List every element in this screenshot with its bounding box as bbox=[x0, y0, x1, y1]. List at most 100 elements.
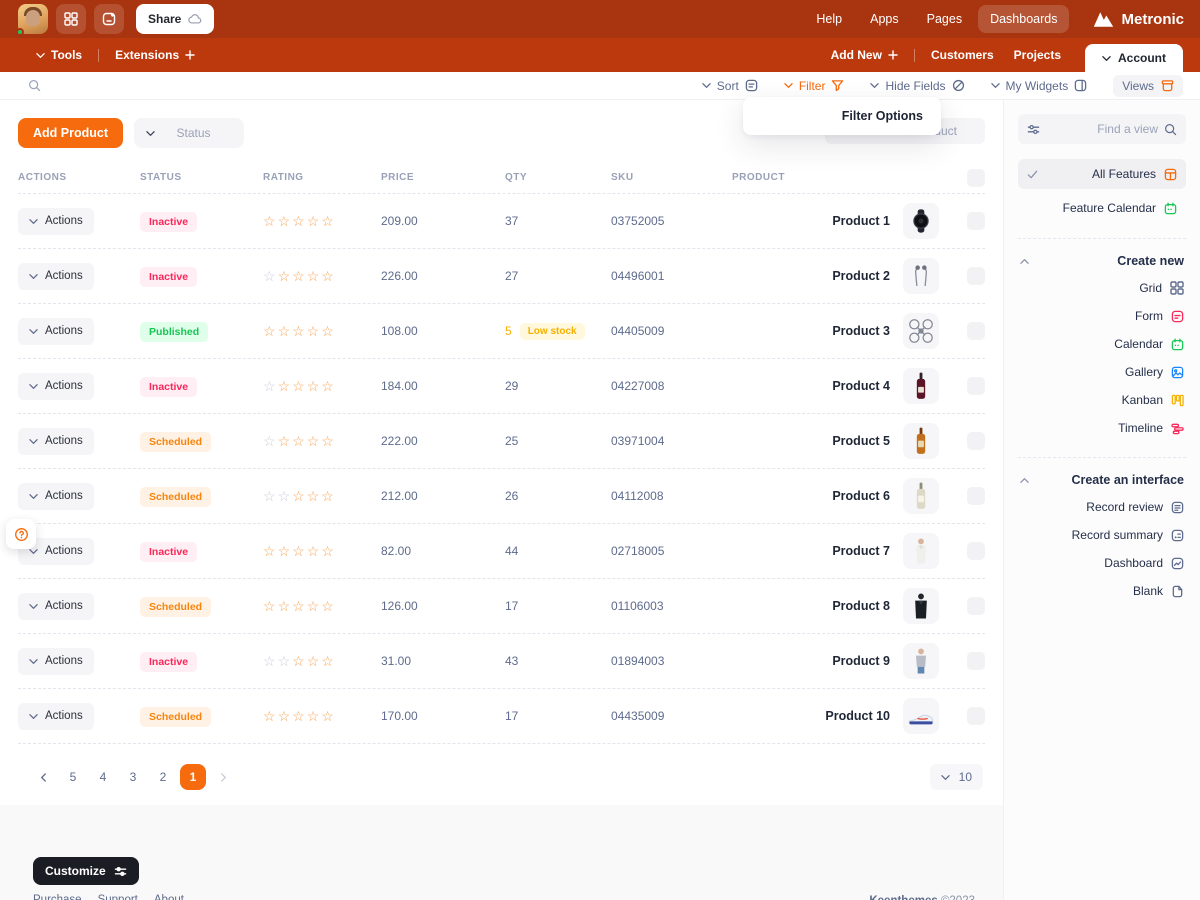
menu-extensions[interactable]: Extensions bbox=[105, 38, 205, 72]
row-actions-button[interactable]: Actions bbox=[18, 593, 94, 620]
pagination-page-1[interactable]: 1 bbox=[180, 764, 206, 790]
select-all-checkbox[interactable] bbox=[967, 169, 985, 187]
menu-tools[interactable]: Tools bbox=[26, 38, 92, 72]
apps-notification-button[interactable] bbox=[94, 4, 124, 34]
sidebar-item-dashboard[interactable]: Dashboard bbox=[1018, 549, 1186, 577]
rating-stars[interactable]: ☆☆☆☆☆ bbox=[263, 488, 381, 505]
eye-off-icon bbox=[952, 79, 965, 92]
sidebar-item-kanban[interactable]: Kanban bbox=[1018, 386, 1186, 414]
pagination-page-3[interactable]: 3 bbox=[120, 764, 146, 790]
topbar: Share HelpAppsPagesDashboards Metronic bbox=[0, 0, 1200, 38]
pagination-next-button[interactable] bbox=[210, 764, 236, 790]
share-button[interactable]: Share bbox=[136, 4, 214, 34]
menubar: Tools Extensions Add New Customers Proje… bbox=[0, 38, 1200, 72]
sidebar-view-feature-calendar[interactable]: Feature Calendar bbox=[1018, 193, 1186, 223]
rating-stars[interactable]: ☆☆☆☆☆ bbox=[263, 708, 381, 725]
column-header-sku[interactable]: SKU bbox=[611, 172, 732, 183]
row-actions-button[interactable]: Actions bbox=[18, 263, 94, 290]
table-row: Actions Scheduled ☆☆☆☆☆ 212.00 26 Low st… bbox=[18, 469, 985, 524]
column-header-rating[interactable]: RATING bbox=[263, 172, 381, 183]
rating-stars[interactable]: ☆☆☆☆☆ bbox=[263, 378, 381, 395]
column-header-actions[interactable]: ACTIONS bbox=[18, 172, 140, 183]
row-checkbox[interactable] bbox=[967, 707, 985, 725]
rating-stars[interactable]: ☆☆☆☆☆ bbox=[263, 653, 381, 670]
filter-button[interactable]: Filter bbox=[784, 79, 845, 93]
user-avatar[interactable] bbox=[18, 4, 48, 34]
search-icon[interactable] bbox=[28, 79, 41, 92]
status-filter-select[interactable]: Status bbox=[134, 118, 244, 148]
sidebar-section-header[interactable]: Create new bbox=[1018, 254, 1186, 268]
customize-button[interactable]: Customize bbox=[33, 857, 139, 885]
footer-link-support[interactable]: Support bbox=[98, 894, 138, 900]
app-launcher-button[interactable] bbox=[56, 4, 86, 34]
column-header-status[interactable]: STATUS bbox=[140, 172, 263, 183]
row-checkbox[interactable] bbox=[967, 597, 985, 615]
star-icon: ☆ bbox=[321, 598, 336, 614]
price-cell: 108.00 bbox=[381, 324, 505, 338]
sidebar-item-timeline[interactable]: Timeline bbox=[1018, 414, 1186, 442]
row-checkbox[interactable] bbox=[967, 652, 985, 670]
sort-button[interactable]: Sort bbox=[702, 79, 758, 93]
sliders-icon[interactable] bbox=[1027, 123, 1040, 136]
rating-stars[interactable]: ☆☆☆☆☆ bbox=[263, 598, 381, 615]
help-floating-button[interactable] bbox=[6, 519, 36, 549]
pagination-page-5[interactable]: 5 bbox=[60, 764, 86, 790]
pagination-prev-button[interactable] bbox=[30, 764, 56, 790]
find-view-input[interactable] bbox=[1046, 122, 1158, 136]
row-checkbox[interactable] bbox=[967, 487, 985, 505]
online-status-dot bbox=[16, 28, 24, 36]
menu-add-new[interactable]: Add New bbox=[821, 38, 908, 72]
rating-stars[interactable]: ☆☆☆☆☆ bbox=[263, 433, 381, 450]
row-checkbox[interactable] bbox=[967, 377, 985, 395]
row-checkbox[interactable] bbox=[967, 212, 985, 230]
sidebar-item-gallery[interactable]: Gallery bbox=[1018, 358, 1186, 386]
sidebar-item-record-summary[interactable]: Record summary bbox=[1018, 521, 1186, 549]
add-product-button[interactable]: Add Product bbox=[18, 118, 123, 148]
rating-stars[interactable]: ☆☆☆☆☆ bbox=[263, 323, 381, 340]
pagination: 54321 10 bbox=[0, 744, 1003, 790]
sidebar-item-grid[interactable]: Grid bbox=[1018, 274, 1186, 302]
views-button[interactable]: Views bbox=[1113, 75, 1183, 97]
footer-link-purchase[interactable]: Purchase bbox=[33, 894, 82, 900]
topbar-nav-pages[interactable]: Pages bbox=[915, 5, 974, 33]
pagination-page-2[interactable]: 2 bbox=[150, 764, 176, 790]
sidebar-item-calendar[interactable]: Calendar bbox=[1018, 330, 1186, 358]
star-icon: ☆ bbox=[307, 378, 322, 394]
row-checkbox[interactable] bbox=[967, 432, 985, 450]
row-actions-button[interactable]: Actions bbox=[18, 373, 94, 400]
tab-account[interactable]: Account bbox=[1085, 44, 1183, 72]
row-checkbox[interactable] bbox=[967, 542, 985, 560]
row-checkbox[interactable] bbox=[967, 322, 985, 340]
sidebar-view-all-features[interactable]: All Features bbox=[1018, 159, 1186, 189]
row-actions-button[interactable]: Actions bbox=[18, 428, 94, 455]
rating-stars[interactable]: ☆☆☆☆☆ bbox=[263, 268, 381, 285]
topbar-nav-dashboards[interactable]: Dashboards bbox=[978, 5, 1069, 33]
footer-link-about[interactable]: About bbox=[154, 894, 184, 900]
column-header-price[interactable]: PRICE bbox=[381, 172, 505, 183]
row-actions-button[interactable]: Actions bbox=[18, 483, 94, 510]
topbar-nav-apps[interactable]: Apps bbox=[858, 5, 911, 33]
sidebar-item-form[interactable]: Form bbox=[1018, 302, 1186, 330]
row-actions-button[interactable]: Actions bbox=[18, 318, 94, 345]
topbar-nav-help[interactable]: Help bbox=[804, 5, 854, 33]
rating-stars[interactable]: ☆☆☆☆☆ bbox=[263, 543, 381, 560]
hide-fields-button[interactable]: Hide Fields bbox=[870, 79, 964, 93]
row-actions-button[interactable]: Actions bbox=[18, 208, 94, 235]
rating-stars[interactable]: ☆☆☆☆☆ bbox=[263, 213, 381, 230]
sidebar-item-record-review[interactable]: Record review bbox=[1018, 493, 1186, 521]
sidebar-item-blank[interactable]: Blank bbox=[1018, 577, 1186, 605]
row-checkbox[interactable] bbox=[967, 267, 985, 285]
column-header-product[interactable]: PRODUCT bbox=[732, 172, 903, 183]
brand-logo[interactable]: Metronic bbox=[1093, 11, 1184, 28]
menu-customers[interactable]: Customers bbox=[921, 38, 1004, 72]
per-page-select[interactable]: 10 bbox=[930, 764, 983, 790]
my-widgets-button[interactable]: My Widgets bbox=[991, 79, 1088, 93]
row-actions-button[interactable]: Actions bbox=[18, 703, 94, 730]
views-sidebar: All Features Feature Calendar Create new… bbox=[1003, 100, 1200, 900]
pagination-page-4[interactable]: 4 bbox=[90, 764, 116, 790]
filter-options-popup[interactable]: Filter Options bbox=[743, 97, 941, 135]
menu-projects[interactable]: Projects bbox=[1004, 38, 1071, 72]
sidebar-section-header[interactable]: Create an interface bbox=[1018, 473, 1186, 487]
column-header-qty[interactable]: QTY bbox=[505, 172, 611, 183]
row-actions-button[interactable]: Actions bbox=[18, 648, 94, 675]
